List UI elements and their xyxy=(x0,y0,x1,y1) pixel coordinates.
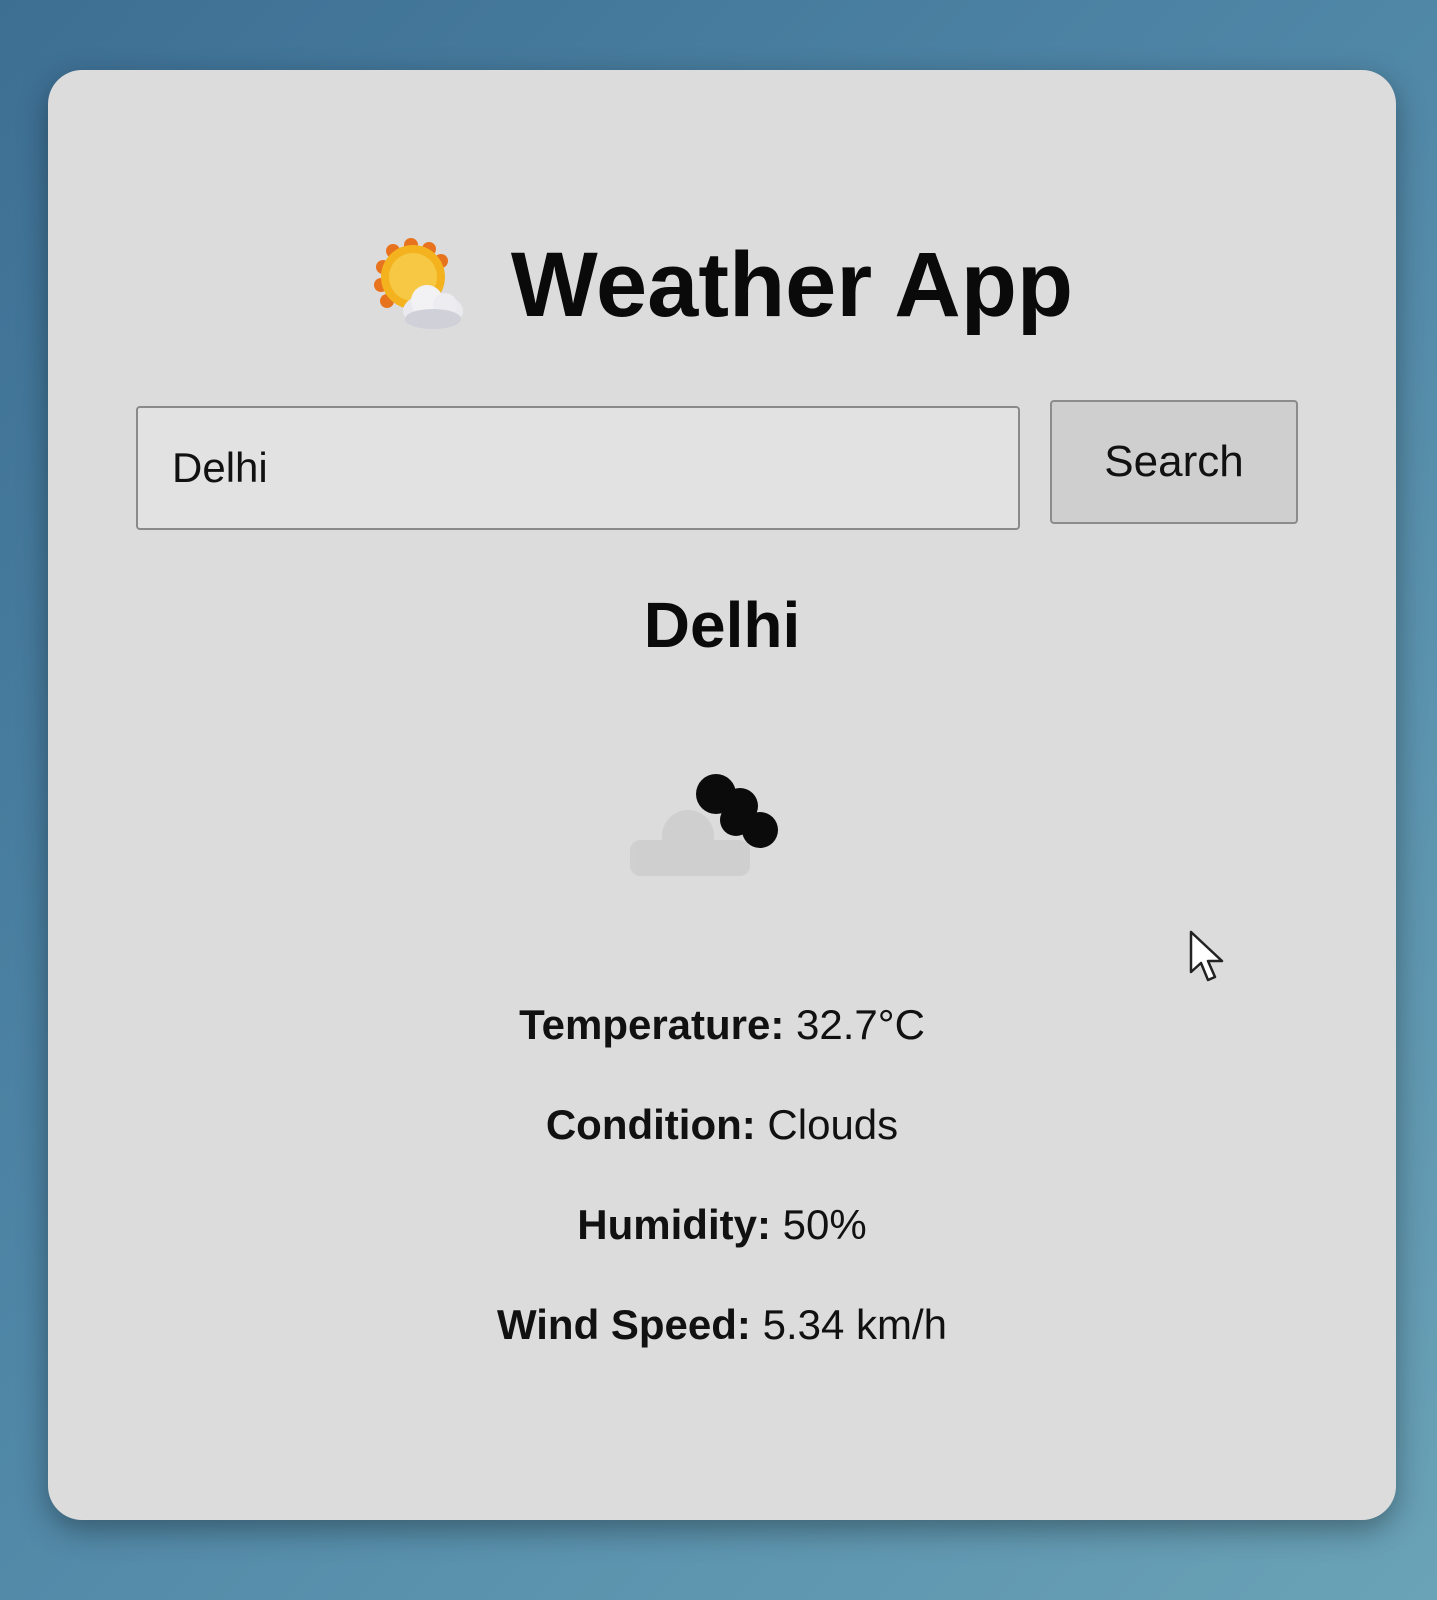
app-title: Weather App xyxy=(510,234,1074,336)
humidity-label: Humidity: xyxy=(577,1201,771,1248)
humidity-value: 50% xyxy=(782,1201,867,1248)
condition-value: Clouds xyxy=(767,1101,899,1148)
sun-behind-cloud-icon xyxy=(373,238,463,329)
search-bar: Search xyxy=(136,400,1298,530)
app-header: Weather App xyxy=(48,235,1396,335)
search-button[interactable]: Search xyxy=(1050,400,1298,524)
clouds-icon xyxy=(630,774,778,876)
condition-label: Condition: xyxy=(545,1101,756,1148)
temperature-label: Temperature: xyxy=(519,1001,785,1048)
condition-line: Condition: Clouds xyxy=(48,1100,1396,1200)
humidity-line: Humidity: 50% xyxy=(48,1200,1396,1300)
city-name: Delhi xyxy=(643,589,801,661)
wind-speed-line: Wind Speed: 5.34 km/h xyxy=(48,1300,1396,1400)
mouse-pointer-icon xyxy=(1189,930,1224,982)
temperature-line: Temperature: 32.7°C xyxy=(48,1000,1396,1100)
weather-details: Temperature: 32.7°C Condition: Clouds Hu… xyxy=(48,1000,1396,1400)
wind-speed-label: Wind Speed: xyxy=(496,1301,751,1348)
city-search-input[interactable] xyxy=(136,406,1020,530)
wind-speed-value: 5.34 km/h xyxy=(762,1301,948,1348)
weather-card: Weather App Search Delhi Temperature: 32… xyxy=(48,70,1396,1520)
temperature-value: 32.7°C xyxy=(796,1001,925,1048)
